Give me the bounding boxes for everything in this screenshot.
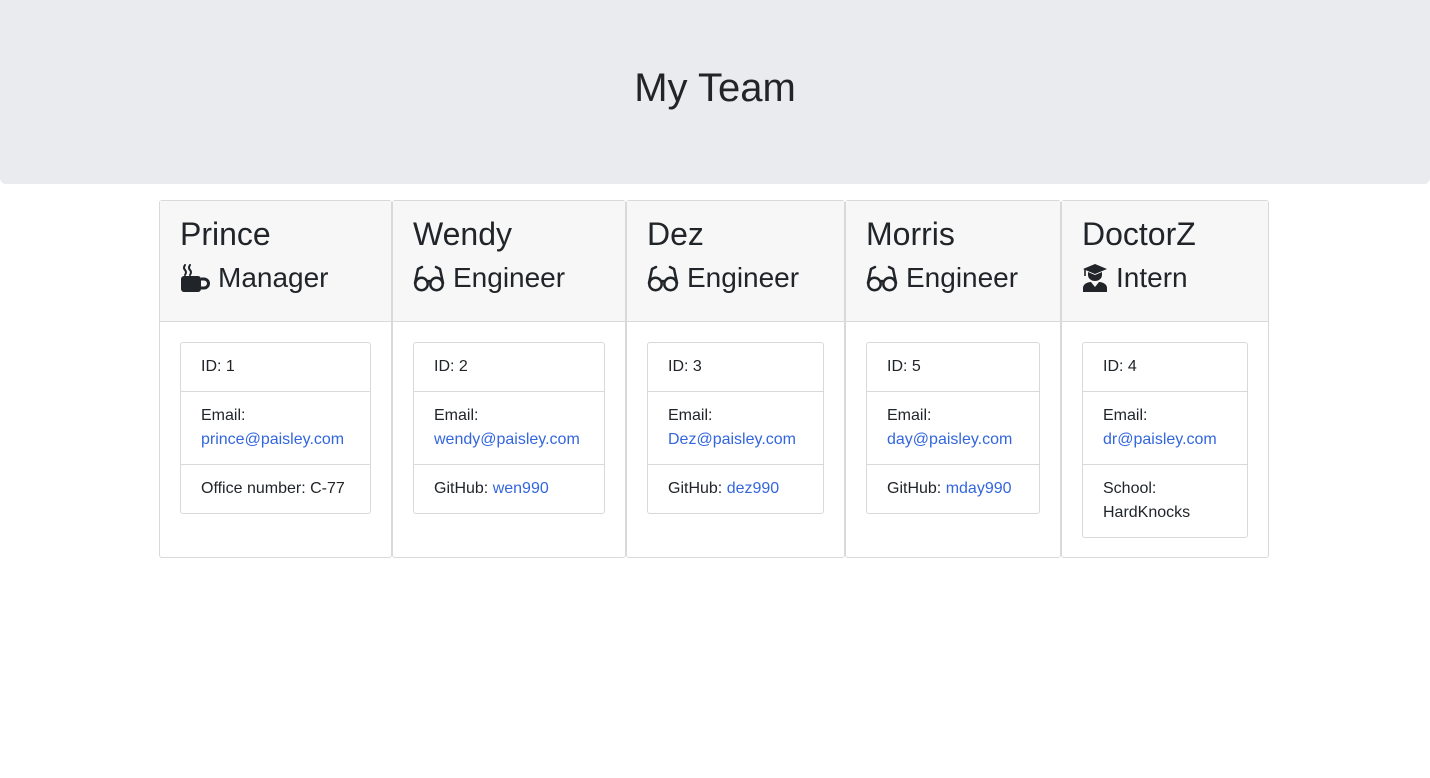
team-card-intern: DoctorZ Intern ID: 4 Email: dr@paisley.c… — [1061, 200, 1269, 558]
info-list: ID: 3 Email: Dez@paisley.com GitHub: dez… — [647, 342, 824, 514]
team-card-engineer: Dez Engineer ID: 3 Email: Dez@paisley.co… — [626, 200, 845, 558]
github-label: GitHub: — [434, 480, 489, 497]
role-label: Intern — [1116, 262, 1188, 293]
school-label: School: — [1103, 480, 1157, 497]
school-value: HardKnocks — [1103, 504, 1191, 521]
office-number-value: C-77 — [310, 480, 345, 497]
info-list: ID: 1 Email: prince@paisley.com Office n… — [180, 342, 371, 514]
office-number-item: Office number: C-77 — [181, 465, 370, 513]
team-card-engineer: Wendy Engineer ID: 2 Email: wendy@paisle… — [392, 200, 626, 558]
github-label: GitHub: — [668, 480, 723, 497]
member-role: Intern — [1082, 260, 1248, 296]
glasses-icon — [647, 265, 679, 292]
team-card-engineer: Morris Engineer ID: 5 Email: day@paisley… — [845, 200, 1061, 558]
member-name: Dez — [647, 216, 704, 252]
github-label: GitHub: — [887, 480, 942, 497]
github-link[interactable]: wen990 — [493, 480, 549, 497]
member-role: Engineer — [866, 260, 1040, 296]
id-item: ID: 1 — [181, 343, 370, 392]
email-item: Email: prince@paisley.com — [181, 392, 370, 465]
email-label: Email: — [1103, 407, 1148, 424]
email-item: Email: wendy@paisley.com — [414, 392, 604, 465]
member-role: Engineer — [413, 260, 605, 296]
email-label: Email: — [201, 407, 246, 424]
email-label: Email: — [434, 407, 479, 424]
card-header: Wendy Engineer — [393, 201, 625, 322]
github-link[interactable]: dez990 — [727, 480, 780, 497]
email-item: Email: day@paisley.com — [867, 392, 1039, 465]
email-link[interactable]: wendy@paisley.com — [434, 431, 580, 448]
card-body: ID: 5 Email: day@paisley.com GitHub: mda… — [846, 322, 1060, 534]
card-body: ID: 3 Email: Dez@paisley.com GitHub: dez… — [627, 322, 844, 534]
github-item: GitHub: wen990 — [414, 465, 604, 513]
role-label: Engineer — [906, 262, 1019, 293]
email-label: Email: — [668, 407, 713, 424]
email-label: Email: — [887, 407, 932, 424]
card-header: Dez Engineer — [627, 201, 844, 322]
github-link[interactable]: mday990 — [946, 480, 1012, 497]
card-header: Prince Manager — [160, 201, 391, 322]
github-item: GitHub: dez990 — [648, 465, 823, 513]
card-body: ID: 2 Email: wendy@paisley.com GitHub: w… — [393, 322, 625, 534]
role-label: Engineer — [687, 262, 800, 293]
header-banner: My Team — [0, 0, 1430, 184]
school-item: School: HardKnocks — [1083, 465, 1247, 537]
member-role: Manager — [180, 260, 371, 296]
glasses-icon — [413, 265, 445, 292]
glasses-icon — [866, 265, 898, 292]
team-card-manager: Prince Manager ID: 1 Email: prince@paisl… — [159, 200, 392, 558]
info-list: ID: 2 Email: wendy@paisley.com GitHub: w… — [413, 342, 605, 514]
member-role: Engineer — [647, 260, 824, 296]
graduate-icon — [1083, 264, 1107, 292]
card-header: Morris Engineer — [846, 201, 1060, 322]
email-item: Email: Dez@paisley.com — [648, 392, 823, 465]
page-title: My Team — [634, 65, 796, 110]
email-link[interactable]: dr@paisley.com — [1103, 431, 1217, 448]
id-item: ID: 4 — [1083, 343, 1247, 392]
email-item: Email: dr@paisley.com — [1083, 392, 1247, 465]
id-item: ID: 2 — [414, 343, 604, 392]
card-body: ID: 1 Email: prince@paisley.com Office n… — [160, 322, 391, 534]
role-label: Engineer — [453, 262, 566, 293]
card-header: DoctorZ Intern — [1062, 201, 1268, 322]
member-name: DoctorZ — [1082, 216, 1196, 252]
info-list: ID: 4 Email: dr@paisley.com School: Hard… — [1082, 342, 1248, 538]
info-list: ID: 5 Email: day@paisley.com GitHub: mda… — [866, 342, 1040, 514]
email-link[interactable]: prince@paisley.com — [201, 431, 344, 448]
office-number-label: Office number: — [201, 480, 306, 497]
card-body: ID: 4 Email: dr@paisley.com School: Hard… — [1062, 322, 1268, 558]
member-name: Prince — [180, 216, 271, 252]
mug-icon — [181, 264, 210, 292]
member-name: Wendy — [413, 216, 513, 252]
member-name: Morris — [866, 216, 955, 252]
id-item: ID: 5 — [867, 343, 1039, 392]
github-item: GitHub: mday990 — [867, 465, 1039, 513]
email-link[interactable]: Dez@paisley.com — [668, 431, 796, 448]
role-label: Manager — [218, 262, 329, 293]
id-item: ID: 3 — [648, 343, 823, 392]
email-link[interactable]: day@paisley.com — [887, 431, 1012, 448]
